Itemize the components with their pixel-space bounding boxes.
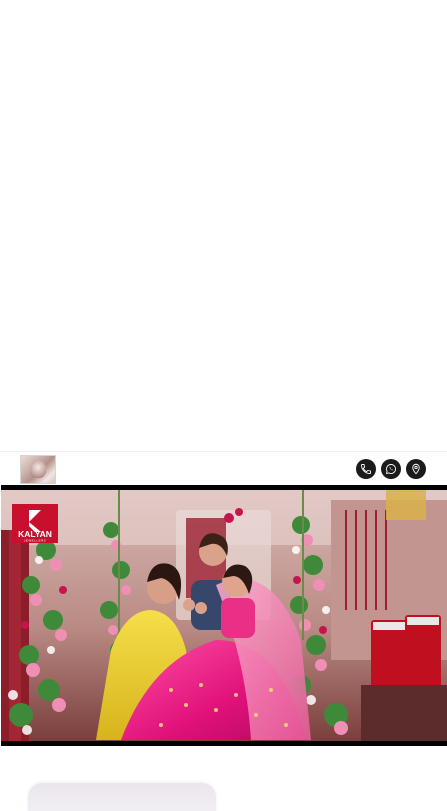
promo-video[interactable]: KALYAN JEWELLERS [1, 485, 447, 746]
whatsapp-icon [386, 464, 396, 474]
kalyan-logo: KALYAN JEWELLERS [12, 504, 58, 543]
page: KALYAN JEWELLERS [0, 0, 447, 811]
bottom-area [0, 746, 447, 811]
video-frame: KALYAN JEWELLERS [1, 490, 447, 741]
thumbnail-image [30, 460, 46, 478]
video-scene: KALYAN JEWELLERS [1, 490, 447, 741]
header-bar [0, 451, 447, 486]
product-card-peek[interactable] [28, 783, 216, 811]
logo-text: KALYAN [18, 529, 52, 539]
blank-area [0, 0, 447, 451]
location-pin-icon [412, 463, 420, 475]
jewellery-thumbnail[interactable] [20, 455, 56, 484]
phone-icon [361, 464, 371, 474]
whatsapp-button[interactable] [381, 459, 401, 479]
location-button[interactable] [406, 459, 426, 479]
call-button[interactable] [356, 459, 376, 479]
logo-subtext: JEWELLERS [24, 539, 46, 543]
